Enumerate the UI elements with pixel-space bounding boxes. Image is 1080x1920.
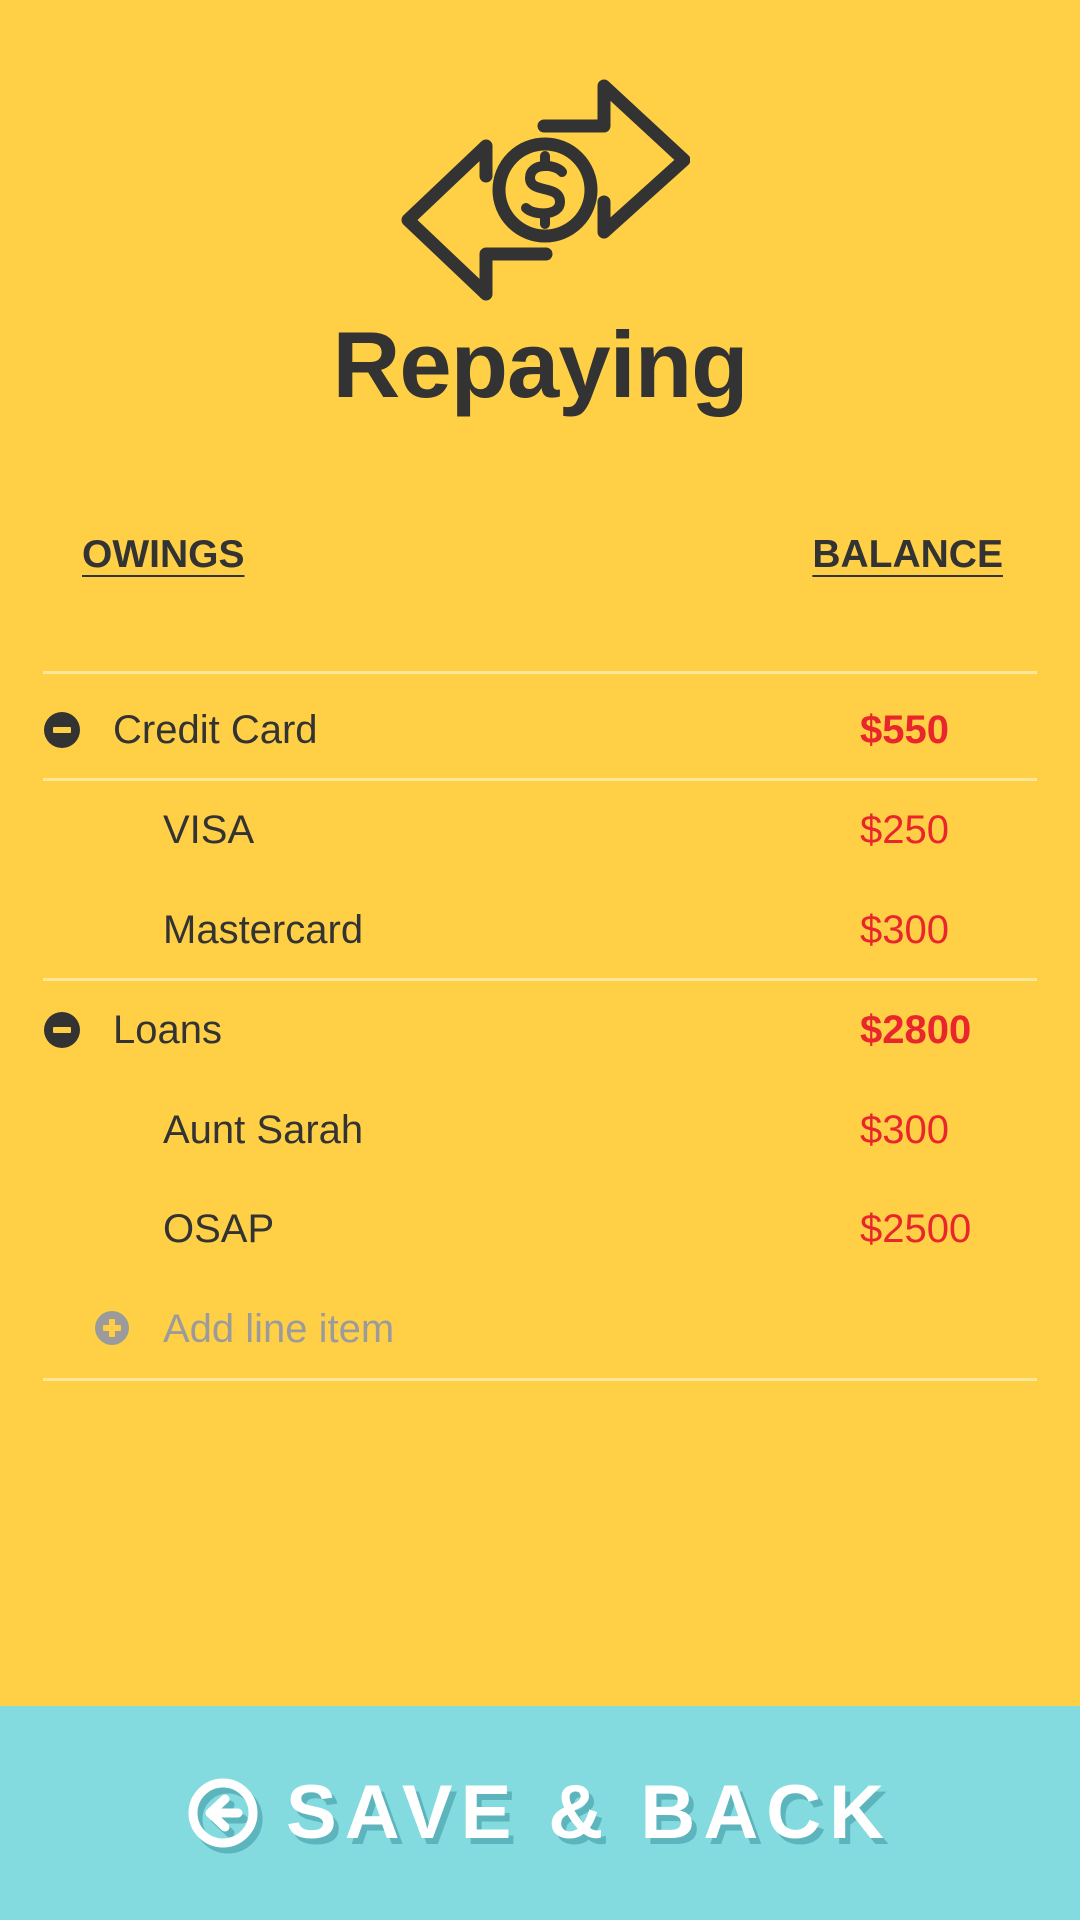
list-item[interactable]: Aunt Sarah $300	[0, 1090, 1080, 1170]
save-and-back-label: SAVE & BACK	[286, 1770, 892, 1855]
money-exchange-icon	[401, 79, 690, 301]
balance-column-header: BALANCE	[812, 533, 1003, 576]
item-amount: $250	[860, 808, 949, 852]
add-plus-icon[interactable]	[95, 1311, 129, 1345]
add-line-item-label[interactable]: Add line item	[163, 1289, 394, 1369]
group-total: $550	[860, 708, 949, 752]
group-label: Loans	[113, 1008, 222, 1052]
main-panel: Repaying OWINGS BALANCE Credit Card $550…	[0, 0, 1080, 1706]
page-title: Repaying	[332, 312, 748, 417]
item-amount: $2500	[860, 1207, 972, 1251]
item-amount: $300	[860, 908, 949, 952]
item-label: VISA	[163, 808, 255, 852]
add-line-item-button[interactable]: Add line item	[0, 1289, 1080, 1369]
back-arrow-circle-icon	[188, 1778, 258, 1848]
group-row-loans[interactable]: Loans $2800	[0, 990, 1080, 1070]
divider	[43, 778, 1037, 781]
list-item[interactable]: VISA $250	[0, 790, 1080, 870]
list-item[interactable]: Mastercard $300	[0, 890, 1080, 970]
divider	[43, 978, 1037, 981]
list-item[interactable]: OSAP $2500	[0, 1189, 1080, 1269]
divider	[43, 671, 1037, 674]
collapse-minus-icon[interactable]	[44, 1012, 80, 1048]
item-label: Mastercard	[163, 908, 364, 952]
save-and-back-button[interactable]: SAVE & BACK	[0, 1706, 1080, 1920]
group-total: $2800	[860, 1008, 972, 1052]
item-amount: $300	[860, 1108, 949, 1152]
item-label: Aunt Sarah	[163, 1108, 364, 1152]
owings-column-header: OWINGS	[82, 533, 245, 576]
group-row-credit-card[interactable]: Credit Card $550	[0, 690, 1080, 770]
item-label: OSAP	[163, 1207, 275, 1251]
collapse-minus-icon[interactable]	[44, 712, 80, 748]
group-label: Credit Card	[113, 708, 318, 752]
divider	[43, 1378, 1037, 1381]
